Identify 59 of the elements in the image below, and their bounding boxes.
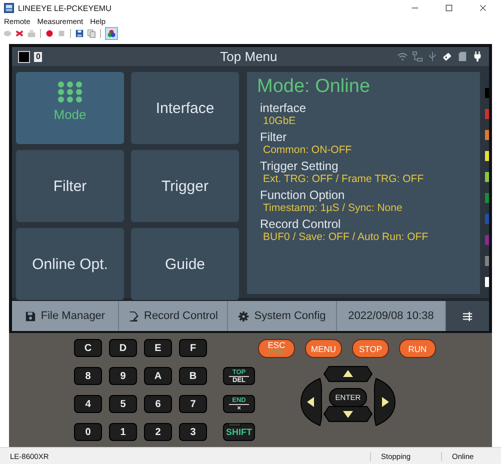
setting-label: Function Option [260,189,346,202]
settings-icon [238,310,250,322]
setting-value: 10GbE [263,115,297,128]
maximize-icon[interactable] [445,4,453,12]
key[interactable]: 1 [109,423,137,442]
down-arrow-key[interactable] [323,406,373,422]
save-icon[interactable] [75,29,84,38]
key[interactable]: A [144,367,172,386]
indicator-number: 0 [34,52,42,62]
menu-button[interactable] [446,301,489,332]
info-title: Mode: Online [257,76,372,98]
setting-label: interface [260,102,308,116]
key[interactable]: 7 [179,395,207,414]
menu-tile[interactable]: Interface [131,72,239,144]
close-icon[interactable] [479,4,487,12]
copy-icon[interactable] [87,29,96,38]
key[interactable]: B [179,367,207,386]
dot-grid-icon [57,81,83,104]
document-pen-icon [128,310,139,322]
setting-label: Record Control [260,218,342,232]
key[interactable]: SHIFT [223,423,255,442]
key[interactable]: 6 [144,395,172,414]
key[interactable]: D [109,339,137,358]
key[interactable]: F [179,339,207,358]
setting-label: Filter [260,131,288,144]
window-title: LINEEYE LE-PCKEYEMU [18,4,112,13]
setting-value: Ext. TRG: OFF / Frame TRG: OFF [263,173,425,186]
bottom-bar-button[interactable]: Record Control [119,301,228,332]
indicator-square [18,50,30,63]
key[interactable]: 9 [109,367,137,386]
key[interactable]: 5 [109,395,137,414]
up-arrow-key[interactable] [323,366,373,382]
record-icon[interactable] [45,29,54,38]
right-arrow-key[interactable] [374,378,396,426]
menu-icon [462,310,473,322]
color-palette-button[interactable] [105,27,118,40]
menu-tile[interactable]: Online Opt. [16,228,124,300]
key[interactable]: 2 [144,423,172,442]
key[interactable]: 3 [179,423,207,442]
screen-title: Top Menu [219,49,278,64]
key[interactable]: 0 [74,423,102,442]
app-icon [4,3,14,14]
menu-tile[interactable]: Trigger [131,150,239,222]
menu-tile[interactable]: Filter [16,150,124,222]
left-arrow-key[interactable] [300,378,322,426]
setting-value: Common: ON-OFF [263,144,353,156]
bottom-bar-button[interactable]: System Config [228,301,337,332]
indicator-light [228,423,241,428]
key[interactable]: 8 [74,367,102,386]
cross-icon[interactable] [15,29,24,38]
setting-label: Trigger Setting [260,160,340,174]
menu-tile[interactable]: Guide [131,228,239,300]
key[interactable]: C [74,339,102,358]
key[interactable]: 4 [74,395,102,414]
bottom-bar-button[interactable]: File Manager [12,301,119,332]
save-icon [24,310,36,322]
setting-value: Timestamp: 1µS / Sync: None [263,202,404,214]
key[interactable]: E [144,339,172,358]
setting-value: BUF0 / Save: OFF / Auto Run: OFF [263,231,430,244]
